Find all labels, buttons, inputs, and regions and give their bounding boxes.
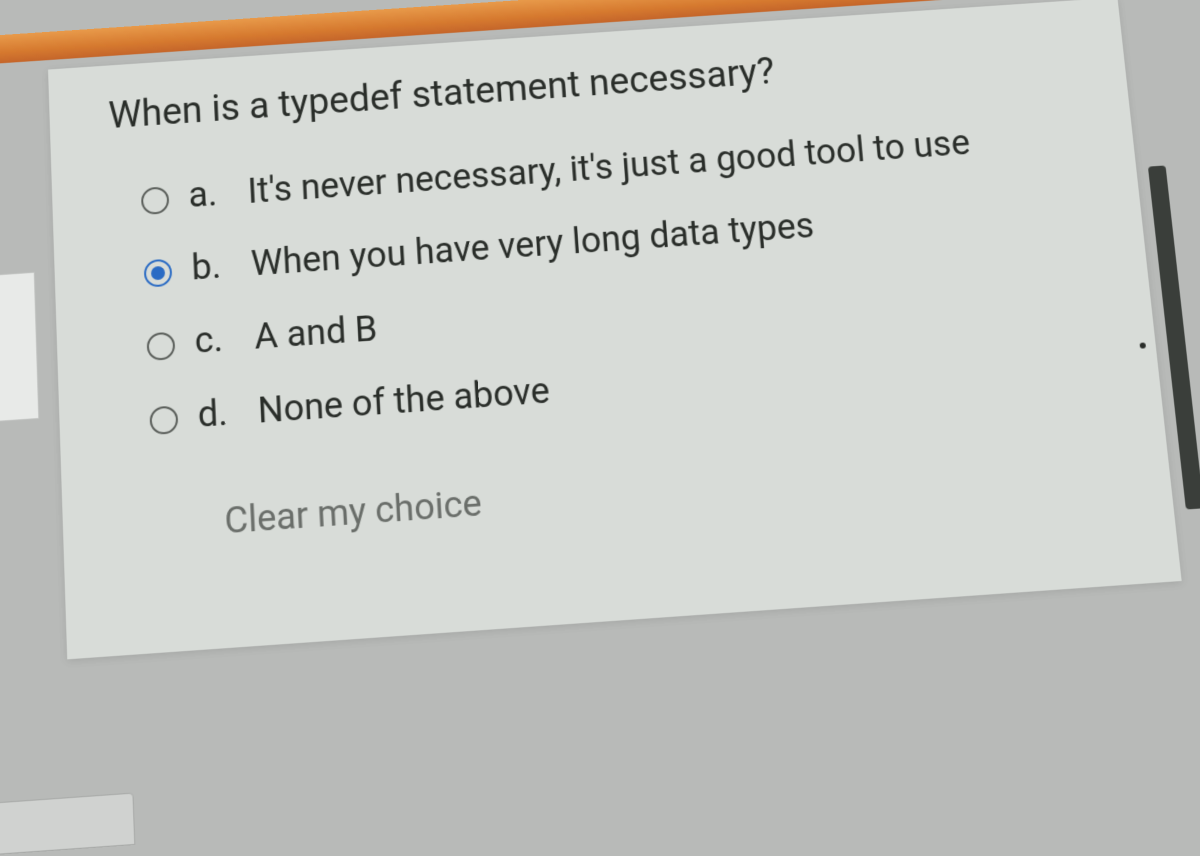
option-letter: c.: [194, 318, 236, 362]
option-letter: b.: [191, 245, 232, 288]
radio-d[interactable]: [149, 405, 178, 435]
radio-b[interactable]: [144, 259, 173, 288]
question-info-card: [0, 272, 39, 423]
option-text: When you have very long data types: [250, 203, 816, 287]
page-wrapper: of When is a typedef statement necessary…: [0, 0, 1200, 843]
radio-c[interactable]: [146, 332, 175, 361]
bottom-nav-button[interactable]: [0, 793, 135, 856]
radio-a[interactable]: [141, 187, 170, 216]
option-letter: d.: [197, 391, 239, 435]
options-group: a. It's never necessary, it's just a goo…: [111, 114, 1099, 444]
question-card: When is a typedef statement necessary? a…: [48, 0, 1182, 659]
option-text: A and B: [253, 306, 378, 360]
option-text: None of the above: [257, 368, 551, 434]
clear-choice-link[interactable]: Clear my choice: [224, 482, 483, 542]
option-letter: a.: [188, 173, 229, 216]
